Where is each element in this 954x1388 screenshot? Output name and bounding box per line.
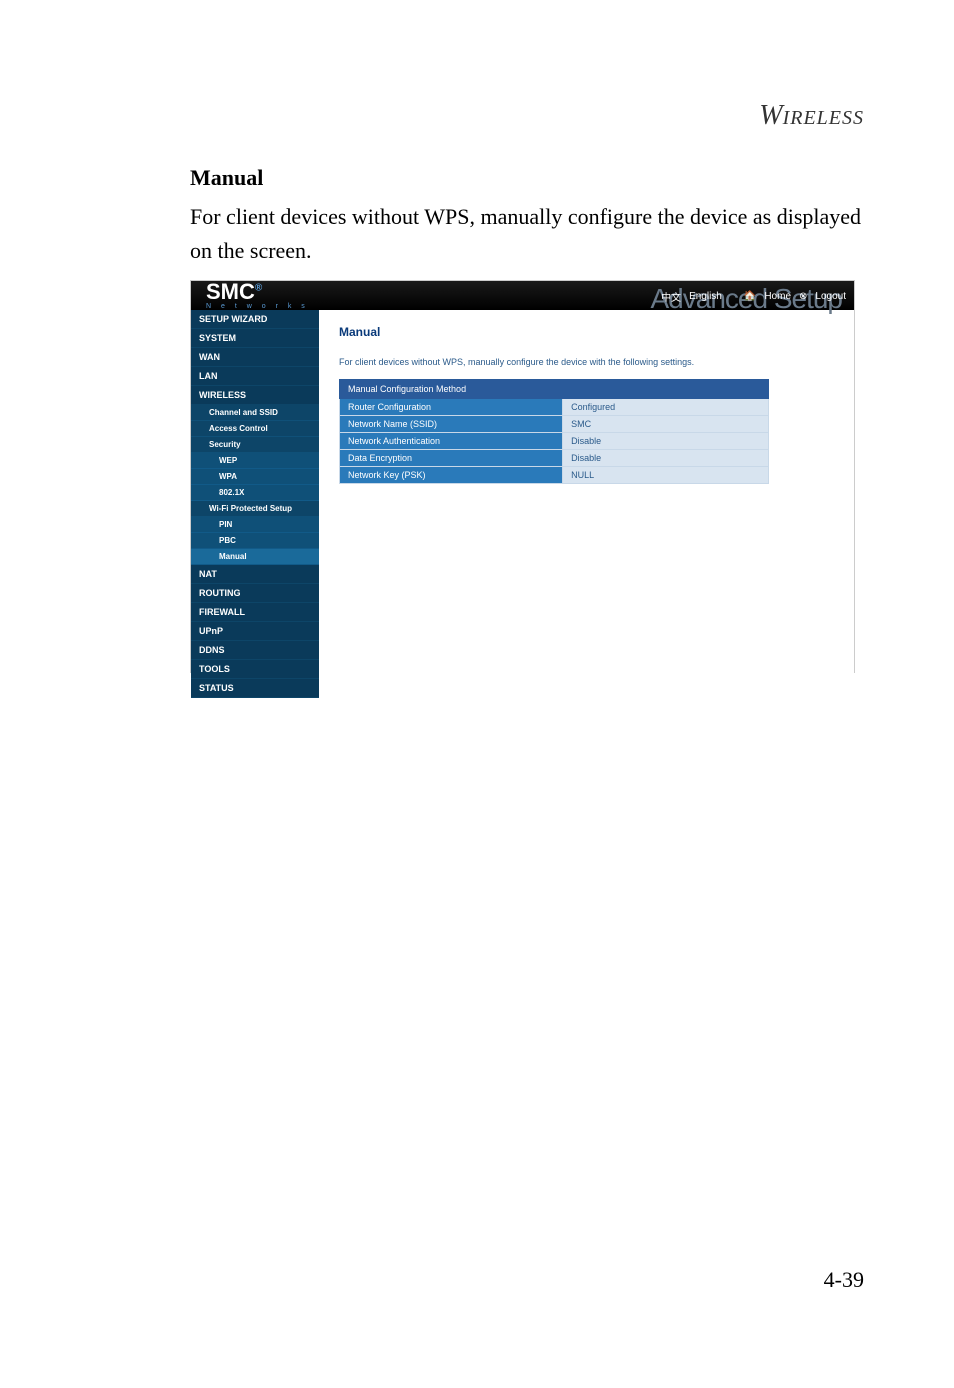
content-area: Manual For client devices without WPS, m… bbox=[319, 310, 854, 698]
header-rest: IRELESS bbox=[783, 107, 864, 129]
nav-ddns[interactable]: DDNS bbox=[191, 641, 319, 660]
nav-setup-wizard[interactable]: SETUP WIZARD bbox=[191, 310, 319, 329]
nav-wep[interactable]: WEP bbox=[191, 453, 319, 469]
nav-firewall[interactable]: FIREWALL bbox=[191, 603, 319, 622]
nav-wpa[interactable]: WPA bbox=[191, 469, 319, 485]
logout-icon: ⊗ bbox=[799, 291, 807, 302]
config-table: Manual Configuration Method Router Confi… bbox=[339, 379, 769, 484]
nav-status[interactable]: STATUS bbox=[191, 679, 319, 698]
table-row: Data Encryption Disable bbox=[340, 450, 769, 467]
row-label: Data Encryption bbox=[340, 450, 563, 467]
row-label: Network Key (PSK) bbox=[340, 467, 563, 484]
nav-routing[interactable]: ROUTING bbox=[191, 584, 319, 603]
nav-system[interactable]: SYSTEM bbox=[191, 329, 319, 348]
nav-nat[interactable]: NAT bbox=[191, 565, 319, 584]
row-value: Configured bbox=[563, 399, 769, 416]
panel-body: SETUP WIZARD SYSTEM WAN LAN WIRELESS Cha… bbox=[191, 310, 854, 698]
page-number: 4-39 bbox=[824, 1267, 864, 1293]
home-link[interactable]: Home bbox=[764, 291, 791, 302]
nav-manual[interactable]: Manual bbox=[191, 549, 319, 565]
table-row: Network Key (PSK) NULL bbox=[340, 467, 769, 484]
table-row: Network Name (SSID) SMC bbox=[340, 416, 769, 433]
nav-wifi-protected[interactable]: Wi-Fi Protected Setup bbox=[191, 501, 319, 517]
logout-link[interactable]: Logout bbox=[815, 291, 846, 302]
row-value: Disable bbox=[563, 433, 769, 450]
header-w: W bbox=[759, 100, 782, 131]
intro-paragraph: For client devices without WPS, manually… bbox=[190, 200, 864, 268]
home-icon: 🏠 bbox=[744, 291, 756, 302]
table-row: Network Authentication Disable bbox=[340, 433, 769, 450]
row-value: NULL bbox=[563, 467, 769, 484]
nav-pbc[interactable]: PBC bbox=[191, 533, 319, 549]
lang-chinese-link[interactable]: 中文 bbox=[661, 289, 681, 304]
logo-registered: ® bbox=[255, 283, 262, 294]
lang-english-link[interactable]: English bbox=[689, 291, 722, 302]
logo-subtitle: N e t w o r k s bbox=[206, 303, 309, 310]
nav-access-control[interactable]: Access Control bbox=[191, 421, 319, 437]
row-label: Router Configuration bbox=[340, 399, 563, 416]
nav-pin[interactable]: PIN bbox=[191, 517, 319, 533]
nav-upnp[interactable]: UPnP bbox=[191, 622, 319, 641]
nav-security[interactable]: Security bbox=[191, 437, 319, 453]
nav-tools[interactable]: TOOLS bbox=[191, 660, 319, 679]
row-label: Network Authentication bbox=[340, 433, 563, 450]
top-link-bar: 中文 English 🏠 Home ⊗ Logout bbox=[661, 289, 846, 304]
row-label: Network Name (SSID) bbox=[340, 416, 563, 433]
content-title: Manual bbox=[339, 325, 834, 339]
page-header: WIRELESS bbox=[759, 100, 864, 132]
router-admin-screenshot: SMC® N e t w o r k s Advanced Setup 中文 E… bbox=[190, 280, 855, 673]
panel-header: SMC® N e t w o r k s Advanced Setup 中文 E… bbox=[191, 281, 854, 310]
nav-wireless[interactable]: WIRELESS bbox=[191, 386, 319, 405]
logo-text: SMC bbox=[206, 279, 255, 304]
nav-channel-ssid[interactable]: Channel and SSID bbox=[191, 405, 319, 421]
nav-lan[interactable]: LAN bbox=[191, 367, 319, 386]
section-title: Manual bbox=[190, 165, 263, 191]
table-row: Router Configuration Configured bbox=[340, 399, 769, 416]
nav-wan[interactable]: WAN bbox=[191, 348, 319, 367]
row-value: Disable bbox=[563, 450, 769, 467]
smc-logo: SMC® N e t w o r k s bbox=[206, 281, 309, 310]
nav-8021x[interactable]: 802.1X bbox=[191, 485, 319, 501]
content-description: For client devices without WPS, manually… bbox=[339, 357, 834, 367]
table-header: Manual Configuration Method bbox=[340, 380, 769, 399]
nav-sidebar: SETUP WIZARD SYSTEM WAN LAN WIRELESS Cha… bbox=[191, 310, 319, 698]
row-value: SMC bbox=[563, 416, 769, 433]
